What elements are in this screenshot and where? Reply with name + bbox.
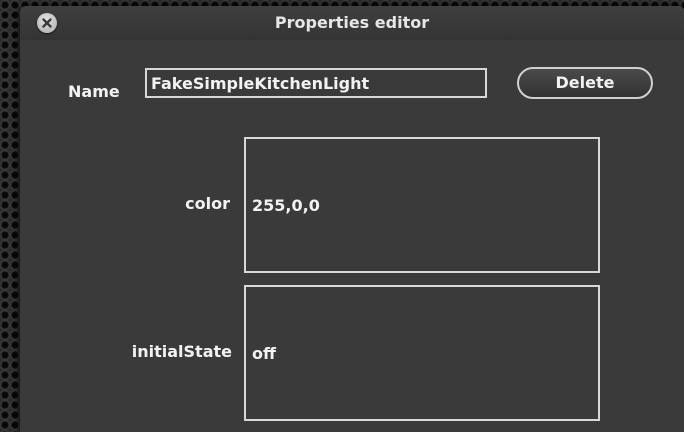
- delete-button[interactable]: Delete: [517, 67, 653, 99]
- title-bar[interactable]: Properties editor: [20, 6, 684, 40]
- name-label: Name: [68, 82, 120, 101]
- close-button[interactable]: [37, 13, 57, 33]
- property-value-color: 255,0,0: [252, 195, 320, 215]
- property-field-initialstate[interactable]: off: [244, 285, 600, 421]
- property-field-color[interactable]: 255,0,0: [244, 137, 600, 273]
- property-value-initialstate: off: [252, 343, 276, 363]
- close-icon: [42, 18, 52, 28]
- window-title: Properties editor: [274, 13, 430, 32]
- property-label-initialstate: initialState: [131, 342, 232, 361]
- properties-editor-window: Properties editor Name Delete color 255,…: [20, 6, 684, 432]
- name-input[interactable]: [145, 68, 487, 98]
- property-label-color: color: [185, 194, 230, 213]
